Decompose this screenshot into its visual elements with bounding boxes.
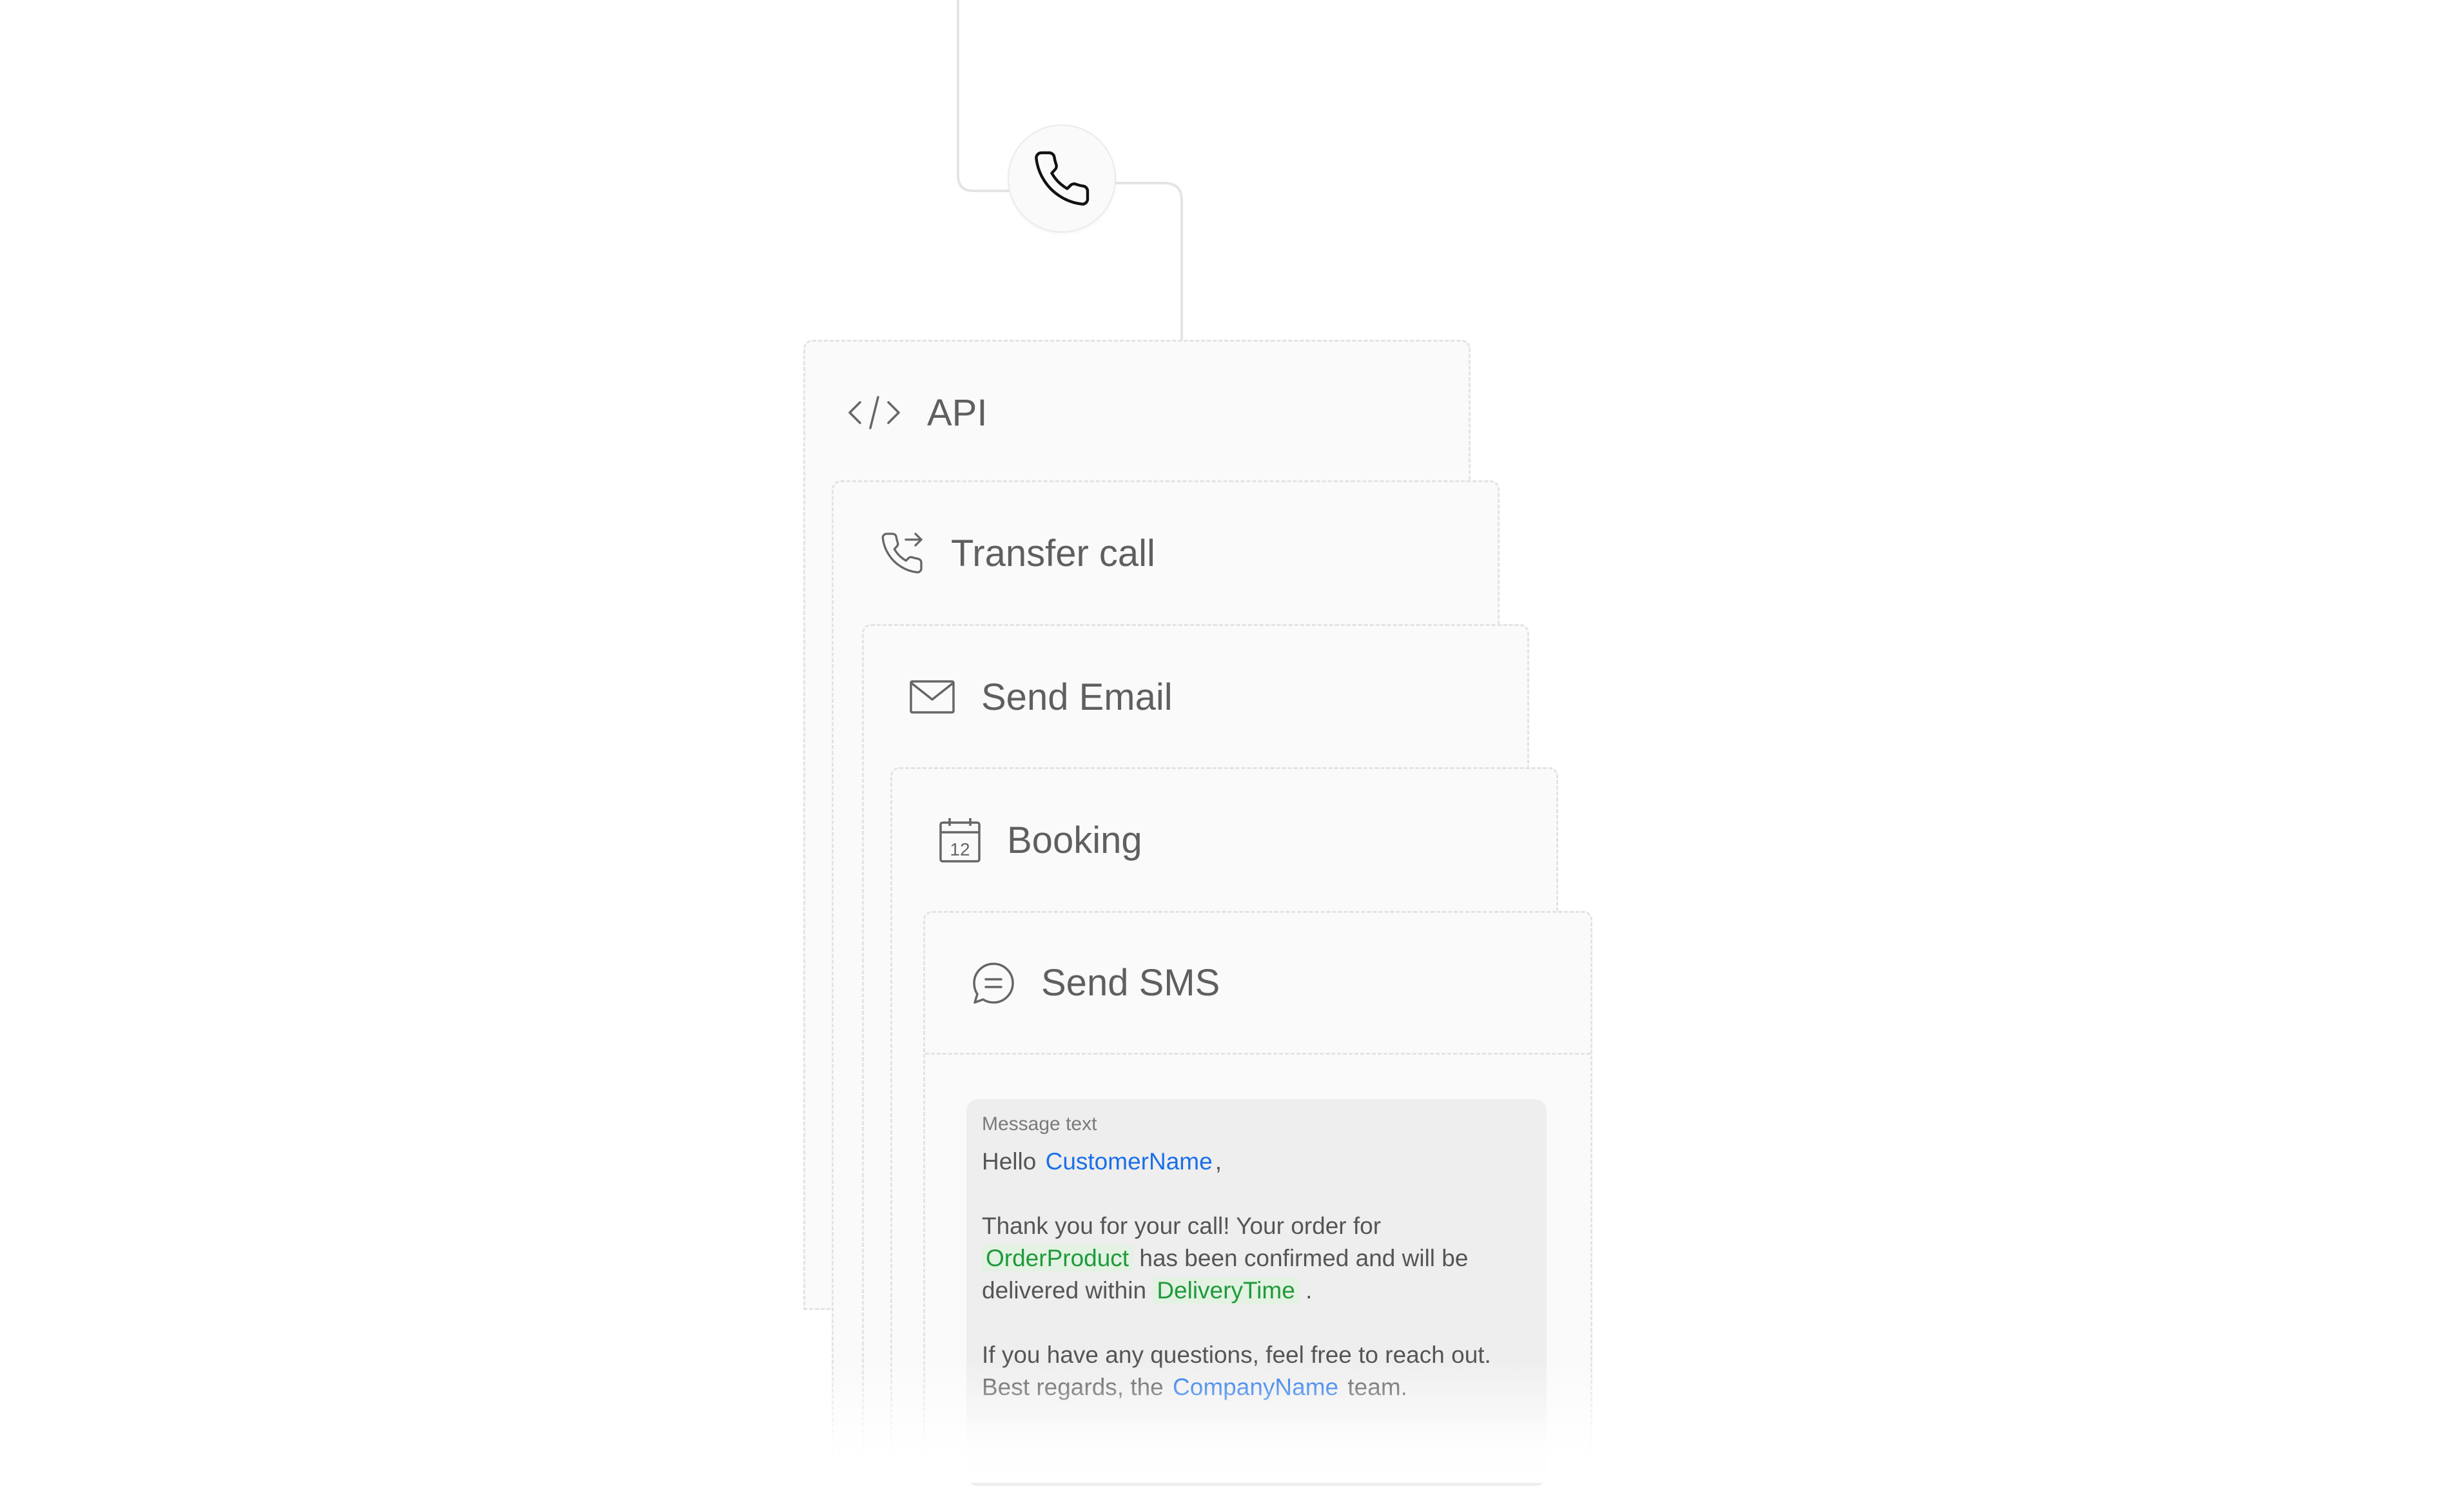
- message-line-greeting: Hello CustomerName,: [982, 1146, 1531, 1178]
- action-label-transfer-call: Transfer call: [951, 532, 1155, 574]
- variable-company-name[interactable]: CompanyName: [1170, 1374, 1341, 1400]
- message-text-label: Message text: [982, 1113, 1097, 1135]
- variable-delivery-time[interactable]: DeliveryTime: [1153, 1277, 1299, 1304]
- action-label-send-sms: Send SMS: [1041, 962, 1220, 1004]
- message-text-field[interactable]: Message text Hello CustomerName, Thank y…: [966, 1099, 1547, 1486]
- action-card-send-sms[interactable]: Send SMS Message text Hello CustomerName…: [923, 911, 1592, 1486]
- message-line-5: If you have any questions, feel free to …: [982, 1342, 1491, 1368]
- phone-icon: [1031, 148, 1093, 210]
- greeting-text: Hello: [982, 1148, 1037, 1175]
- message-line-2: Thank you for your call! Your order for: [982, 1213, 1382, 1239]
- variable-order-product[interactable]: OrderProduct: [982, 1245, 1133, 1271]
- calendar-icon: 12: [939, 817, 981, 863]
- mail-icon: [909, 679, 955, 715]
- line6-end-text: team.: [1347, 1374, 1407, 1400]
- phone-transfer-icon: [879, 530, 925, 576]
- calendar-day-text: 12: [950, 839, 970, 859]
- chat-bubble-icon: [972, 961, 1015, 1005]
- line4-text: delivered within: [982, 1277, 1147, 1304]
- trigger-phone-node[interactable]: [1008, 124, 1116, 233]
- message-line-3: OrderProduct has been confirmed and will…: [982, 1242, 1531, 1275]
- line3-text: has been confirmed and will be: [1139, 1245, 1469, 1271]
- action-label-send-email: Send Email: [981, 676, 1173, 718]
- message-line-6: Best regards, the CompanyName team.: [982, 1371, 1531, 1403]
- greeting-end-text: ,: [1215, 1148, 1222, 1175]
- code-icon: [847, 392, 901, 433]
- message-line-4: delivered within DeliveryTime .: [982, 1275, 1531, 1307]
- line4-end-text: .: [1305, 1277, 1313, 1304]
- line6-start-text: Best regards, the: [982, 1374, 1164, 1400]
- action-label-api: API: [927, 391, 988, 434]
- action-label-booking: Booking: [1007, 819, 1142, 861]
- variable-customer-name[interactable]: CustomerName: [1043, 1148, 1215, 1175]
